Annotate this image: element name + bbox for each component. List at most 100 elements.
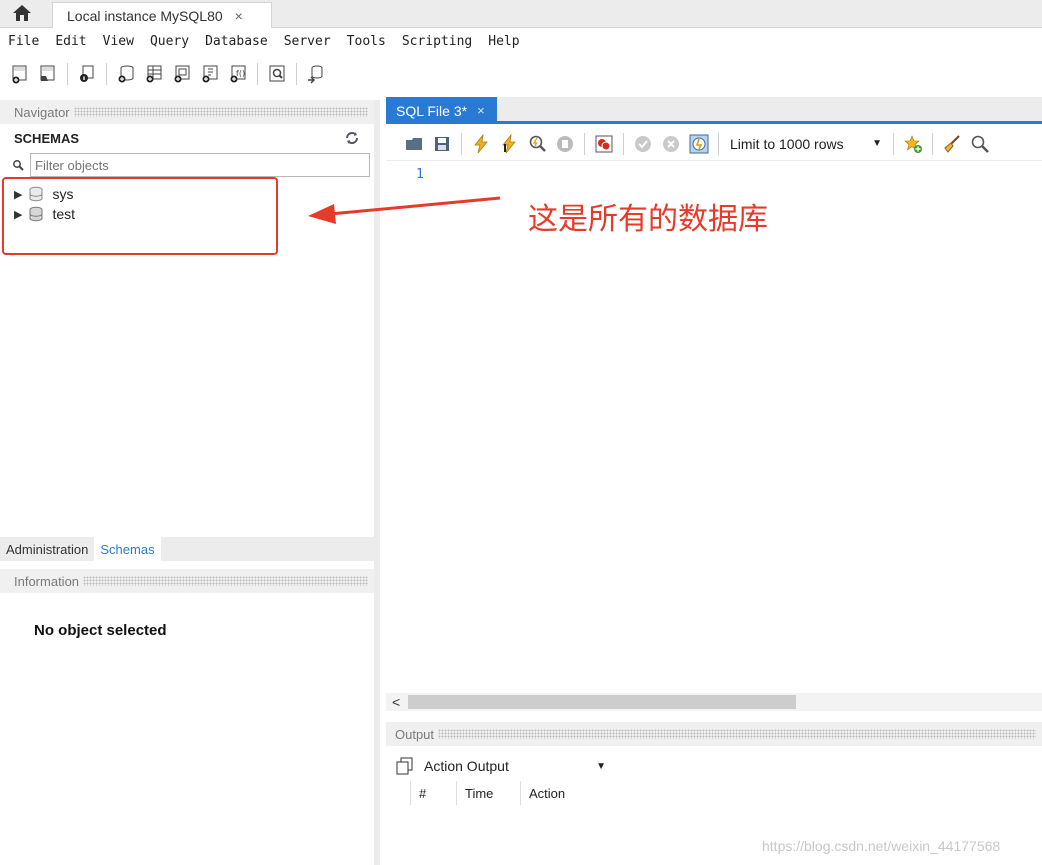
header-grip (438, 729, 1036, 739)
magnifier-lightning-icon (529, 135, 546, 152)
horizontal-scrollbar[interactable]: < (386, 693, 1042, 711)
broom-icon (944, 134, 960, 153)
menu-server[interactable]: Server (284, 34, 331, 49)
add-snippet-button[interactable] (902, 133, 924, 155)
sql-editor-toolbar: Limit to 1000 rows ▼ (386, 127, 1042, 161)
column-header-time[interactable]: Time (456, 781, 520, 805)
filter-row (0, 152, 374, 178)
create-procedure-icon (202, 65, 218, 83)
find-button[interactable] (969, 133, 991, 155)
navigator-header: Navigator (0, 100, 374, 124)
toolbar-separator (461, 132, 462, 155)
main-toolbar: f() (0, 54, 1042, 94)
sql-file-tab[interactable]: SQL File 3* × (386, 97, 497, 124)
information-header: Information (0, 569, 374, 593)
new-sql-tab-button[interactable] (9, 63, 31, 85)
navigator-header-label: Navigator (14, 104, 70, 120)
stop-button[interactable] (554, 133, 576, 155)
sql-file-tab-close-button[interactable]: × (477, 103, 485, 118)
output-type-select[interactable]: Action Output ▼ (424, 758, 610, 774)
menu-bar: File Edit View Query Database Server Too… (0, 28, 1042, 54)
limit-rows-select[interactable]: Limit to 1000 rows ▼ (730, 136, 888, 152)
toggle-autocommit-button[interactable] (688, 133, 710, 155)
output-header-label: Output (395, 726, 435, 742)
home-icon (13, 5, 31, 21)
schemas-title: SCHEMAS (14, 130, 80, 146)
toolbar-separator (932, 132, 933, 155)
toolbar-separator (623, 132, 624, 155)
menu-scripting[interactable]: Scripting (402, 34, 472, 49)
create-view-icon (174, 65, 190, 83)
no-object-selected-text: No object selected (34, 622, 167, 639)
beautify-button[interactable] (941, 133, 963, 155)
svg-text:f(): f() (236, 69, 245, 78)
menu-database[interactable]: Database (205, 34, 268, 49)
create-table-button[interactable] (143, 63, 165, 85)
open-sql-script-button[interactable] (37, 63, 59, 85)
create-procedure-button[interactable] (199, 63, 221, 85)
filter-objects-input[interactable] (30, 153, 370, 177)
reconnect-icon (308, 65, 323, 84)
search-table-data-button[interactable] (266, 63, 288, 85)
watermark-text: https://blog.csdn.net/weixin_44177568 (762, 838, 1001, 854)
inspector-button[interactable] (76, 63, 98, 85)
schemas-header: SCHEMAS (0, 124, 374, 152)
sql-file-tab-label: SQL File 3* (396, 102, 468, 119)
autocommit-icon (689, 134, 709, 153)
menu-tools[interactable]: Tools (347, 34, 386, 49)
copy-icon[interactable] (396, 757, 414, 775)
create-function-icon: f() (230, 65, 246, 83)
save-button[interactable] (431, 133, 453, 155)
open-file-button[interactable] (403, 133, 425, 155)
create-function-button[interactable]: f() (227, 63, 249, 85)
tab-schemas[interactable]: Schemas (94, 537, 161, 561)
annotation-text: 这是所有的数据库 (528, 202, 768, 237)
connection-tab-close-button[interactable]: × (235, 8, 243, 24)
folder-icon (406, 137, 422, 150)
toolbar-separator (584, 132, 585, 155)
connection-tab[interactable]: Local instance MySQL80 × (52, 2, 272, 28)
column-header-number[interactable]: # (410, 781, 456, 805)
output-table-header: # Time Action (386, 781, 1042, 805)
menu-edit[interactable]: Edit (55, 34, 86, 49)
tab-administration[interactable]: Administration (0, 537, 94, 561)
home-button[interactable] (10, 3, 34, 23)
save-icon (435, 136, 449, 151)
search-icon (13, 160, 24, 171)
toolbar-separator (718, 132, 719, 155)
menu-file[interactable]: File (8, 34, 39, 49)
execute-current-statement-button[interactable] (498, 133, 520, 155)
column-header-action[interactable]: Action (520, 781, 640, 805)
sql-editor[interactable]: 1 (386, 161, 1042, 693)
create-view-button[interactable] (171, 63, 193, 85)
editor-tab-bar: SQL File 3* × (386, 97, 1042, 124)
reconnect-button[interactable] (305, 63, 327, 85)
commit-button[interactable] (632, 133, 654, 155)
refresh-schemas-icon[interactable] (344, 131, 360, 145)
connection-tab-label: Local instance MySQL80 (67, 7, 223, 24)
toolbar-separator (67, 63, 68, 85)
menu-view[interactable]: View (103, 34, 134, 49)
execute-button[interactable] (470, 133, 492, 155)
output-type-value: Action Output (424, 758, 509, 774)
toolbar-separator (296, 63, 297, 85)
stop-on-error-icon (595, 135, 613, 152)
scroll-left-icon[interactable]: < (392, 694, 400, 710)
search-table-data-icon (269, 65, 285, 82)
explain-button[interactable] (526, 133, 548, 155)
toggle-continue-on-error-button[interactable] (593, 133, 615, 155)
open-sql-script-icon (40, 65, 55, 81)
scrollbar-thumb[interactable] (408, 695, 796, 709)
menu-query[interactable]: Query (150, 34, 189, 49)
information-header-label: Information (14, 573, 80, 589)
new-sql-tab-icon (12, 65, 27, 84)
create-table-icon (146, 65, 162, 83)
rollback-button[interactable] (660, 133, 682, 155)
limit-rows-value: Limit to 1000 rows (730, 135, 844, 152)
navigator-bottom-tabs: Administration Schemas (0, 537, 380, 561)
output-toolbar: Action Output ▼ (386, 752, 1042, 780)
header-grip (83, 576, 368, 586)
create-schema-button[interactable] (115, 63, 137, 85)
check-icon (635, 135, 651, 152)
menu-help[interactable]: Help (488, 34, 519, 49)
